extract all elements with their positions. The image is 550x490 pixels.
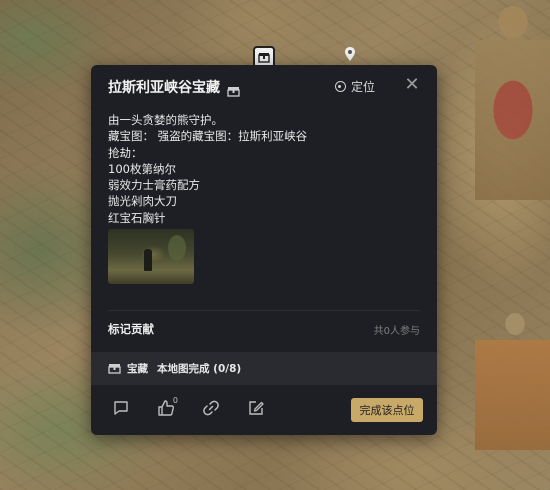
description-line: 100枚第纳尔 [108,161,176,176]
popup-title: 拉斯利亚峡谷宝藏 [108,80,220,96]
action-bar: 0 [105,396,285,419]
description: 由一头贪婪的熊守护。 藏宝图： 强盗的藏宝图：拉斯利亚峡谷 抢劫： 100枚第纳… [108,112,423,226]
like-count: 0 [172,396,178,405]
link-icon [203,400,219,416]
share-link-button[interactable] [195,397,227,419]
description-line: 弱效力士膏药配方 [108,178,200,193]
completion-progress: 本地图完成 (0/8) [157,363,242,375]
locate-label: 定位 [350,80,375,94]
divider [108,310,420,311]
target-icon [334,81,346,92]
description-line: 由一头贪婪的熊守护。 [108,113,223,127]
map-illustration-knight [475,0,550,260]
close-icon[interactable]: ✕ [403,76,421,94]
completion-category: 宝藏 [127,363,148,375]
completion-status: 宝藏 本地图完成 (0/8) [91,352,437,385]
complete-point-button[interactable]: 完成该点位 [351,398,423,422]
description-line: 抢劫： [108,145,143,160]
edit-icon [249,401,264,415]
screenshot-tree [168,235,186,261]
edit-button[interactable] [240,397,272,419]
map-illustration-warrior [475,300,550,490]
contribution-title: 标记贡献 [108,322,154,336]
comment-icon [114,401,128,415]
treasure-chest-icon [108,363,121,374]
participant-count: 共0人参与 [373,326,420,337]
popup-header: 拉斯利亚峡谷宝藏 定位 ✕ [108,76,423,98]
description-line: 藏宝图： 强盗的藏宝图：拉斯利亚峡谷 [108,129,308,144]
locate-button[interactable]: 定位 [334,78,375,95]
location-screenshot[interactable] [108,229,194,284]
treasure-chest-icon [227,82,240,97]
description-line: 红宝石胸针 [108,210,166,225]
screenshot-character [144,249,152,271]
description-line: 抛光剁肉大刀 [108,194,177,209]
location-pin-icon[interactable] [345,47,355,61]
comment-button[interactable] [105,397,137,419]
like-button[interactable]: 0 [150,396,182,419]
marker-popup: 拉斯利亚峡谷宝藏 定位 ✕ 由一头贪婪的熊守护。 藏宝图： 强盗的藏宝图：拉斯利… [91,65,437,435]
